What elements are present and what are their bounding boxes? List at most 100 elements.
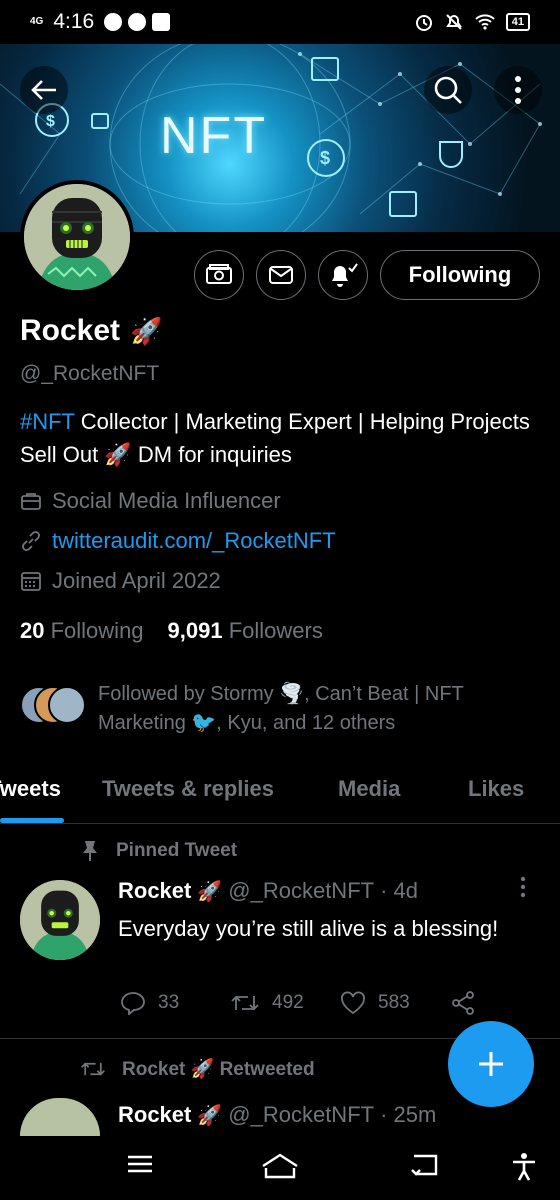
- tweet-header: Rocket 🚀 @_RocketNFT · 4d: [118, 878, 418, 904]
- bio-hashtag-link[interactable]: #NFT: [20, 409, 75, 434]
- followers-label: Followers: [228, 618, 323, 643]
- retweet-icon: [81, 1062, 105, 1076]
- menu-nav-button[interactable]: [126, 1152, 154, 1181]
- reply-count: 33: [158, 992, 180, 1013]
- followers-count: 9,091: [167, 618, 223, 643]
- bell-plus-icon: [332, 263, 358, 287]
- bio-text: Collector | Marketing Expert | Helping P…: [20, 409, 530, 467]
- more-options-button[interactable]: [494, 66, 542, 114]
- back-button[interactable]: [20, 66, 68, 114]
- followers-count-link[interactable]: 9,091 Followers: [168, 618, 323, 644]
- pinned-tweet-text: Pinned Tweet: [116, 840, 238, 861]
- alarm-icon: [415, 15, 432, 31]
- calendar-icon: [21, 572, 41, 591]
- like-count: 583: [378, 992, 410, 1013]
- messenger-icon: [104, 13, 123, 31]
- like-action[interactable]: 583: [340, 991, 450, 1015]
- battery-indicator: 41: [505, 13, 530, 31]
- profile-name: Rocket: [20, 314, 121, 347]
- profile-website-link[interactable]: twitteraudit.com/_RocketNFT: [52, 528, 336, 554]
- profile-joined-date: Joined April 2022: [52, 568, 221, 593]
- profile-category: Social Media Influencer: [52, 488, 281, 513]
- banner-nft-text: NFT: [160, 107, 268, 165]
- profile-link-row: twitteraudit.com/_RocketNFT: [20, 528, 336, 554]
- tweet-author-name[interactable]: Rocket: [118, 1102, 191, 1128]
- menu-icon: [128, 1155, 152, 1173]
- tweet-author-handle: @_RocketNFT: [228, 1102, 375, 1127]
- tweet-time: · 25m: [380, 1102, 437, 1127]
- reply-icon: [121, 992, 145, 1015]
- following-button[interactable]: Following: [380, 250, 540, 300]
- avatar-image: [20, 880, 100, 960]
- share-icon: [452, 991, 474, 1015]
- network-indicator: 4G: [30, 16, 44, 27]
- active-tab-indicator: [0, 818, 64, 823]
- follower-avatar: [48, 686, 86, 724]
- tab-tweets-replies[interactable]: Tweets & replies: [102, 776, 274, 802]
- tweet-text: Everyday you’re still alive is a blessin…: [118, 916, 499, 941]
- retweet-action[interactable]: 492: [230, 992, 340, 1014]
- svg-text:$: $: [320, 148, 330, 168]
- svg-text:$: $: [46, 113, 55, 130]
- retweet-count: 492: [272, 992, 304, 1013]
- accessibility-icon: [513, 1153, 535, 1181]
- tweet-author-avatar[interactable]: [20, 880, 100, 960]
- profile-avatar[interactable]: [20, 180, 134, 294]
- retweeted-text: Rocket 🚀 Retweeted: [122, 1059, 315, 1080]
- retweeted-label: Rocket 🚀 Retweeted: [80, 1057, 315, 1081]
- tweet-author-avatar[interactable]: [20, 1098, 100, 1136]
- mail-notification-icon: [152, 13, 171, 31]
- back-nav-button[interactable]: [410, 1152, 440, 1183]
- follow-counts: 20 Following 9,091 Followers: [20, 618, 323, 644]
- following-label: Following: [50, 618, 144, 643]
- tweet-header: Rocket 🚀 @_RocketNFT · 25m: [118, 1102, 436, 1128]
- more-icon: [515, 76, 521, 104]
- tweet-more-button[interactable]: [520, 876, 526, 904]
- link-icon: [22, 531, 40, 551]
- tip-button[interactable]: [194, 250, 244, 300]
- back-arrow-icon: [31, 80, 56, 100]
- retweet-icon: [231, 995, 259, 1011]
- followed-by-text: Followed by Stormy 🌪️, Can’t Beat | NFT …: [98, 683, 464, 734]
- back-nav-icon: [411, 1154, 438, 1176]
- followed-by-row[interactable]: Followed by Stormy 🌪️, Can’t Beat | NFT …: [20, 680, 518, 738]
- system-navigation-bar: [0, 1136, 560, 1200]
- reply-action[interactable]: 33: [120, 991, 230, 1015]
- tab-media[interactable]: Media: [338, 776, 400, 802]
- app-notification-icon: [128, 13, 147, 31]
- profile-name-row: Rocket 🚀: [20, 314, 162, 348]
- notifications-button[interactable]: [318, 250, 368, 300]
- tip-jar-icon: [206, 264, 232, 284]
- status-bar: 4G 4:16 41: [0, 0, 560, 44]
- home-icon: [262, 1153, 298, 1179]
- followed-by-avatars: [20, 686, 86, 730]
- profile-joined-row: Joined April 2022: [20, 568, 221, 594]
- search-button[interactable]: [424, 66, 472, 114]
- compose-plus-icon: [479, 1052, 503, 1076]
- tweet-author-name[interactable]: Rocket: [118, 878, 191, 904]
- profile-bio: #NFT Collector | Marketing Expert | Help…: [20, 405, 540, 471]
- following-count: 20: [20, 618, 45, 643]
- heart-icon: [341, 991, 365, 1015]
- share-action[interactable]: [450, 990, 476, 1016]
- clock: 4:16: [53, 10, 95, 33]
- accessibility-nav-button[interactable]: [510, 1152, 538, 1187]
- briefcase-icon: [21, 493, 41, 510]
- tab-tweets[interactable]: Tweets: [0, 776, 61, 802]
- pin-icon: [83, 841, 97, 861]
- rocket-emoji-icon: 🚀: [197, 880, 223, 903]
- search-icon: [434, 76, 462, 104]
- tweet-time: · 4d: [380, 878, 418, 903]
- compose-tweet-button[interactable]: [448, 1021, 534, 1107]
- mute-icon: [445, 14, 462, 30]
- home-nav-button[interactable]: [260, 1152, 300, 1185]
- tab-likes[interactable]: Likes: [468, 776, 524, 802]
- mail-icon: [269, 266, 293, 284]
- rocket-emoji-icon: 🚀: [130, 315, 163, 346]
- following-count-link[interactable]: 20 Following: [20, 618, 144, 644]
- rocket-emoji-icon: 🚀: [197, 1104, 223, 1127]
- wifi-icon: [475, 14, 495, 30]
- profile-handle: @_RocketNFT: [20, 362, 160, 385]
- message-button[interactable]: [256, 250, 306, 300]
- pinned-tweet-label: Pinned Tweet: [80, 840, 237, 862]
